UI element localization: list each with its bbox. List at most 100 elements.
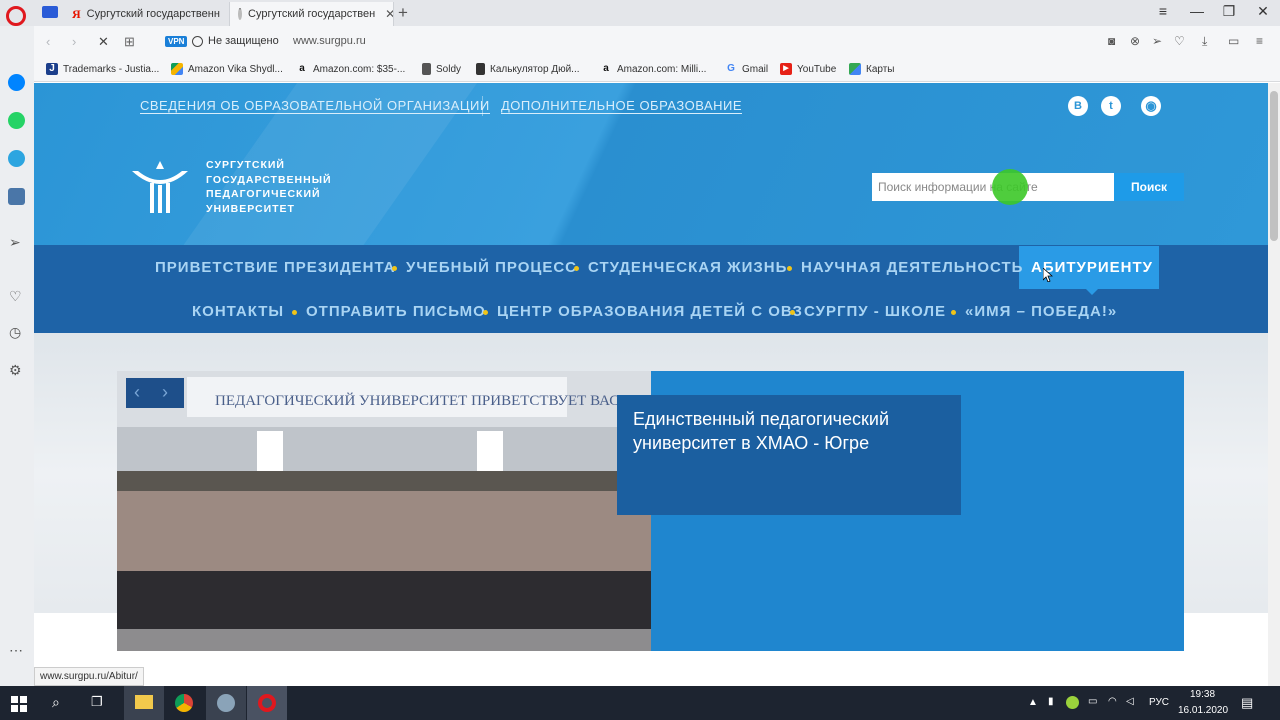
slider-next-icon[interactable]: › bbox=[162, 382, 168, 403]
bookmark-label: Amazon.com: $35-... bbox=[313, 63, 406, 75]
bookmark-item[interactable]: a Amazon.com: $35-... bbox=[296, 63, 405, 75]
nav-study[interactable]: УЧЕБНЫЙ ПРОЦЕСС bbox=[406, 259, 577, 276]
notifications-icon[interactable]: ▤ bbox=[1241, 695, 1253, 711]
battery-tray-icon[interactable]: ▭ bbox=[1088, 696, 1097, 707]
history-icon[interactable]: ◷ bbox=[9, 324, 21, 341]
flow-icon[interactable]: ➢ bbox=[9, 234, 21, 251]
nav-separator bbox=[790, 310, 795, 315]
tab-1[interactable]: Я Сургутский государственн ✕ bbox=[64, 2, 230, 26]
page-scrollbar[interactable] bbox=[1268, 83, 1280, 686]
app-taskbar-button[interactable] bbox=[206, 686, 246, 720]
address-bar: ‹ › ✕ ⊞ VPN Не защищено www.surgpu.ru ◙ … bbox=[34, 26, 1280, 58]
tab-2[interactable]: Сургутский государствен ✕ bbox=[230, 2, 394, 26]
nav-science[interactable]: НАУЧНАЯ ДЕЯТЕЛЬНОСТЬ bbox=[801, 259, 1023, 276]
bookmark-item[interactable]: a Amazon.com: Milli... bbox=[600, 63, 706, 75]
search-button[interactable]: Поиск bbox=[1114, 173, 1184, 201]
slider-photo[interactable]: ПЕДАГОГИЧЕСКИЙ УНИВЕРСИТЕТ ПРИВЕТСТВУЕТ … bbox=[117, 371, 651, 651]
search-taskbar-icon[interactable]: ⌕ bbox=[52, 694, 60, 711]
nav-victory[interactable]: «ИМЯ – ПОБЕДА!» bbox=[965, 303, 1117, 320]
bookmark-item[interactable]: ▶ YouTube bbox=[780, 63, 836, 75]
messenger-icon[interactable] bbox=[8, 74, 25, 91]
bookmark-label: Gmail bbox=[742, 63, 769, 75]
tray-status-icon[interactable] bbox=[1066, 696, 1079, 709]
more-icon[interactable]: ⋯ bbox=[9, 642, 23, 659]
slider-prev-icon[interactable]: ‹ bbox=[134, 382, 140, 403]
scrollbar-thumb[interactable] bbox=[1270, 91, 1278, 241]
bookmark-item[interactable]: J Trademarks - Justia... bbox=[46, 63, 159, 75]
download-icon[interactable]: ⤓ bbox=[1202, 34, 1207, 49]
heart-icon[interactable]: ♡ bbox=[1174, 34, 1185, 48]
opera-taskbar-button[interactable] bbox=[247, 686, 287, 720]
back-icon[interactable]: ‹ bbox=[46, 34, 50, 49]
settings-icon[interactable]: ⚙ bbox=[9, 362, 22, 379]
amazon-icon: a bbox=[603, 63, 609, 74]
mail-icon[interactable] bbox=[42, 6, 58, 18]
vk-icon[interactable] bbox=[8, 188, 25, 205]
nav-school[interactable]: СУРГПУ - ШКОЛЕ bbox=[804, 303, 946, 320]
chrome-icon bbox=[175, 694, 193, 712]
send-icon[interactable]: ➢ bbox=[1152, 34, 1162, 48]
nav-separator bbox=[392, 266, 397, 271]
vk-social-icon[interactable]: В bbox=[1068, 96, 1088, 116]
tray-app-icon[interactable]: ▮ bbox=[1048, 696, 1054, 707]
stop-icon[interactable]: ✕ bbox=[98, 34, 109, 50]
minimize-icon[interactable]: — bbox=[1182, 3, 1212, 19]
maps-icon bbox=[849, 63, 861, 75]
nav-contacts[interactable]: КОНТАКТЫ bbox=[192, 303, 284, 320]
wifi-icon[interactable]: ◠ bbox=[1108, 696, 1117, 707]
google-drive-icon bbox=[171, 63, 183, 75]
new-tab-icon[interactable]: + bbox=[398, 3, 408, 23]
clock-date[interactable]: 16.01.2020 bbox=[1178, 705, 1228, 716]
link-extra-education[interactable]: ДОПОЛНИТЕЛЬНОЕ ОБРАЗОВАНИЕ bbox=[501, 98, 743, 114]
nav-president[interactable]: ПРИВЕТСТВИЕ ПРЕЗИДЕНТА bbox=[155, 259, 396, 276]
maximize-icon[interactable]: ❐ bbox=[1214, 3, 1244, 20]
task-view-icon[interactable]: ❐ bbox=[91, 694, 103, 710]
security-status[interactable]: Не защищено bbox=[208, 35, 279, 47]
nav-active-arrow bbox=[1086, 289, 1098, 295]
menu-icon[interactable]: ≡ bbox=[1256, 34, 1263, 48]
bookmark-item[interactable]: Карты bbox=[849, 63, 895, 75]
tab-menu-icon[interactable]: ≡ bbox=[1148, 3, 1178, 19]
status-url: www.surgpu.ru/Abitur/ bbox=[34, 667, 144, 686]
chrome-taskbar-button[interactable] bbox=[164, 686, 204, 720]
link-org-info[interactable]: СВЕДЕНИЯ ОБ ОБРАЗОВАТЕЛЬНОЙ ОРГАНИЗАЦИИ bbox=[140, 98, 490, 114]
telegram-icon[interactable] bbox=[8, 150, 25, 167]
nav-separator bbox=[787, 266, 792, 271]
vpn-badge[interactable]: VPN bbox=[165, 36, 188, 47]
nav-ovz-center[interactable]: ЦЕНТР ОБРАЗОВАНИЯ ДЕТЕЙ С ОВЗ bbox=[497, 303, 803, 320]
bookmark-item[interactable]: Калькулятор Дюй... bbox=[476, 63, 580, 75]
opera-icon bbox=[258, 694, 276, 712]
twitter-social-icon[interactable]: t bbox=[1101, 96, 1121, 116]
whatsapp-icon[interactable] bbox=[8, 112, 25, 129]
close-tab-icon[interactable]: ✕ bbox=[381, 7, 393, 21]
language-indicator[interactable]: РУС bbox=[1149, 697, 1169, 708]
tray-expand-icon[interactable]: ▲ bbox=[1028, 697, 1038, 708]
slide-caption[interactable]: Единственный педагогический университет … bbox=[617, 395, 961, 515]
bookmark-item[interactable]: Amazon Vika Shydl... bbox=[171, 63, 283, 75]
clock-time[interactable]: 19:38 bbox=[1190, 689, 1215, 700]
bookmark-item[interactable]: Soldy bbox=[422, 63, 461, 75]
adblock-icon[interactable]: ⊗ bbox=[1130, 34, 1140, 48]
speed-dial-icon[interactable]: ⊞ bbox=[124, 34, 135, 50]
close-window-icon[interactable]: ✕ bbox=[1248, 3, 1278, 20]
tab-strip: Я Сургутский государственн ✕ Сургутский … bbox=[0, 0, 1280, 26]
bookmarks-icon[interactable]: ♡ bbox=[9, 288, 22, 305]
battery-icon[interactable]: ▭ bbox=[1228, 34, 1239, 48]
windows-start-icon[interactable] bbox=[11, 696, 27, 712]
url-field[interactable]: www.surgpu.ru bbox=[293, 35, 366, 47]
google-icon: G bbox=[727, 63, 735, 74]
university-name[interactable]: СУРГУТСКИЙ ГОСУДАРСТВЕННЫЙ ПЕДАГОГИЧЕСКИ… bbox=[206, 158, 332, 216]
snapshot-icon[interactable]: ◙ bbox=[1108, 34, 1115, 48]
nav-send-letter[interactable]: ОТПРАВИТЬ ПИСЬМО bbox=[306, 303, 486, 320]
volume-icon[interactable]: ◁ bbox=[1126, 696, 1134, 707]
bookmark-label: Калькулятор Дюй... bbox=[490, 63, 580, 75]
explorer-taskbar-button[interactable] bbox=[124, 686, 164, 720]
globe-icon[interactable] bbox=[192, 36, 203, 47]
university-logo[interactable] bbox=[130, 157, 190, 217]
accessibility-eye-icon[interactable]: ◉ bbox=[1141, 96, 1161, 116]
nav-student-life[interactable]: СТУДЕНЧЕСКАЯ ЖИЗНЬ bbox=[588, 259, 787, 276]
bookmark-item[interactable]: G Gmail bbox=[725, 63, 768, 75]
opera-logo-icon[interactable] bbox=[6, 6, 26, 26]
mouse-cursor-icon bbox=[1043, 268, 1053, 282]
forward-icon[interactable]: › bbox=[72, 34, 76, 49]
